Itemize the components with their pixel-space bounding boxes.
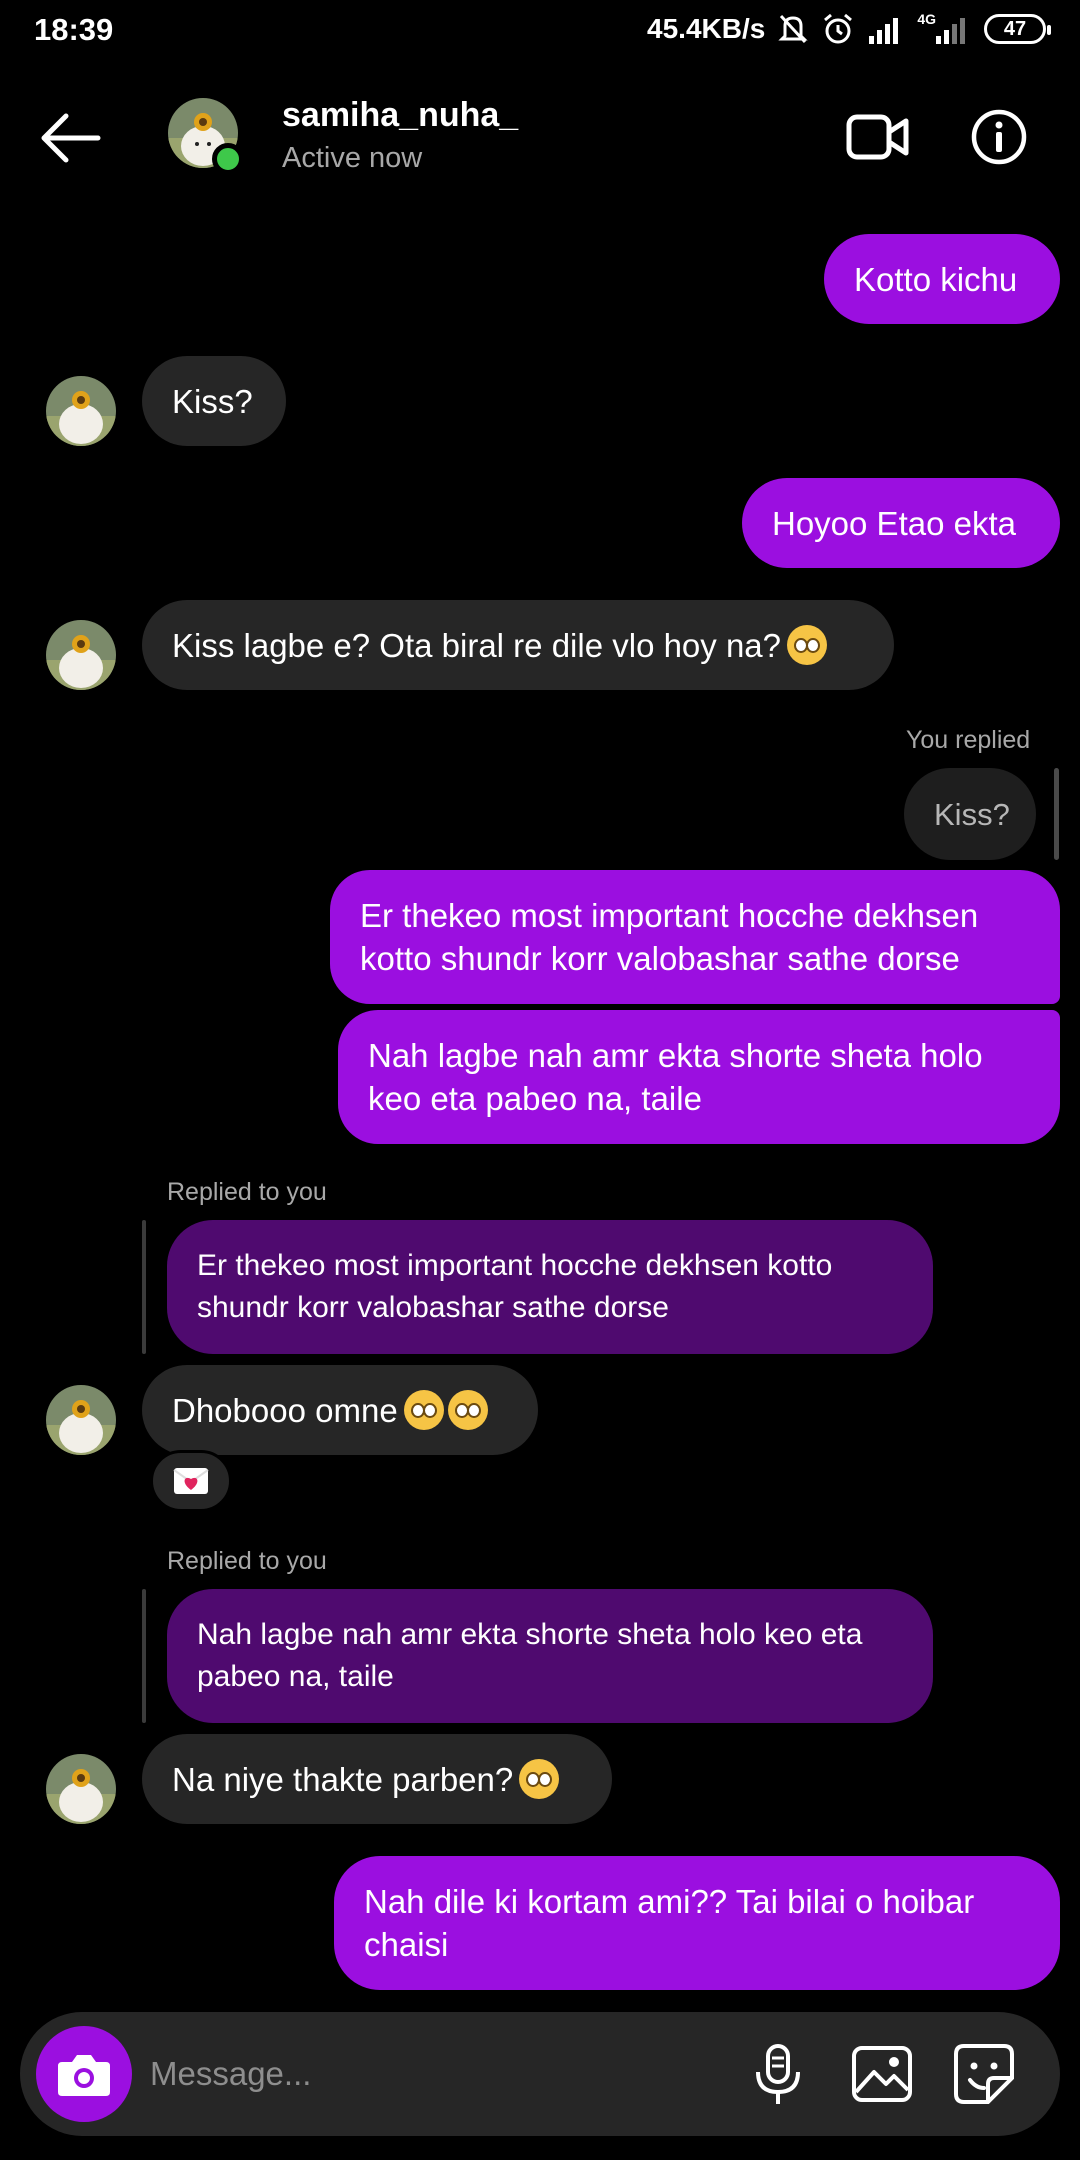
contact-name[interactable]: samiha_nuha_ [282, 96, 518, 135]
reply-label: Replied to you [167, 1547, 327, 1575]
status-icons: 45.4KB/s 4G 47 [647, 11, 1051, 46]
message-input[interactable] [150, 2042, 710, 2106]
eye-roll-emoji-icon [519, 1759, 560, 1799]
message-outgoing[interactable]: Er thekeo most important hocche dekhsen … [330, 870, 1060, 1004]
message-incoming[interactable]: Kiss? [142, 356, 286, 446]
reply-label: Replied to you [167, 1178, 327, 1206]
sticker-icon[interactable] [952, 2042, 1016, 2106]
avatar-image [46, 1385, 116, 1455]
message-outgoing[interactable]: Nah dile ki kortam ami?? Tai bilai o hoi… [334, 1856, 1060, 1990]
camera-icon [58, 2055, 110, 2096]
replied-quote[interactable]: Er thekeo most important hocche dekhsen … [167, 1220, 933, 1354]
eye-roll-emoji-icon [447, 1390, 488, 1430]
quote-bar [142, 1220, 146, 1354]
status-time: 18:39 [34, 12, 114, 47]
network-type: 4G [917, 11, 936, 27]
message-text: Nah dile ki kortam ami?? Tai bilai o hoi… [364, 1883, 975, 1963]
replied-quote[interactable]: Nah lagbe nah amr ekta shorte sheta holo… [167, 1589, 933, 1723]
message-text: Kotto kichu [854, 260, 1018, 298]
message-text: Hoyoo Etao ekta [772, 504, 1016, 542]
battery-level: 47 [1003, 17, 1027, 40]
message-incoming[interactable]: Dhobooo omne [142, 1365, 538, 1455]
sender-avatar[interactable] [46, 1385, 116, 1455]
avatar-image [46, 1754, 116, 1824]
eye-roll-emoji-icon [787, 625, 828, 665]
quote-bar [142, 1589, 146, 1723]
message-text: Nah lagbe nah amr ekta shorte sheta holo… [368, 1037, 983, 1117]
message-outgoing[interactable]: Nah lagbe nah amr ekta shorte sheta holo… [338, 1010, 1060, 1144]
network-speed: 45.4KB/s [647, 13, 766, 44]
message-text: Dhobooo omne [172, 1391, 398, 1429]
message-composer [20, 2012, 1060, 2136]
reply-indicator [1054, 768, 1059, 860]
love-letter-icon [173, 1468, 209, 1494]
sender-avatar[interactable] [46, 1754, 116, 1824]
message-text: Er thekeo most important hocche dekhsen … [360, 897, 979, 977]
quote-text: Nah lagbe nah amr ekta shorte sheta holo… [197, 1618, 863, 1693]
message-outgoing[interactable]: Kotto kichu [824, 234, 1060, 324]
online-indicator [212, 143, 244, 175]
battery-icon: 47 [984, 14, 1051, 44]
signal-4g-icon [936, 18, 965, 44]
camera-button[interactable] [36, 2026, 132, 2122]
alarm-icon [824, 13, 853, 44]
info-icon[interactable] [970, 108, 1028, 166]
quote-text: Kiss? [934, 796, 1010, 832]
mute-bell-icon [778, 14, 808, 44]
reply-label: You replied [906, 726, 1031, 754]
contact-status: Active now [282, 142, 423, 174]
sender-avatar[interactable] [46, 376, 116, 446]
message-text: Na niye thakte parben? [172, 1760, 514, 1798]
eye-roll-emoji-icon [403, 1390, 444, 1430]
status-bar: 18:39 45.4KB/s 4G 47 [0, 0, 1080, 60]
quote-text: Er thekeo most important hocche dekhsen … [197, 1249, 833, 1324]
avatar-image [46, 376, 116, 446]
sender-avatar[interactable] [46, 620, 116, 690]
avatar-image [46, 620, 116, 690]
message-outgoing[interactable]: Hoyoo Etao ekta [742, 478, 1060, 568]
message-text: Kiss? [172, 382, 253, 420]
chat-header: samiha_nuha_ Active now [0, 88, 1080, 188]
gallery-icon[interactable] [850, 2042, 914, 2106]
message-incoming[interactable]: Kiss lagbe e? Ota biral re dile vlo hoy … [142, 600, 894, 690]
microphone-icon[interactable] [746, 2042, 810, 2106]
signal-icon [869, 18, 899, 44]
reaction-badge[interactable] [150, 1450, 232, 1512]
back-arrow-icon[interactable] [40, 112, 102, 164]
message-incoming[interactable]: Na niye thakte parben? [142, 1734, 612, 1824]
video-call-icon[interactable] [846, 112, 910, 162]
message-text: Kiss lagbe e? Ota biral re dile vlo hoy … [172, 626, 782, 664]
replied-quote[interactable]: Kiss? [904, 768, 1036, 860]
